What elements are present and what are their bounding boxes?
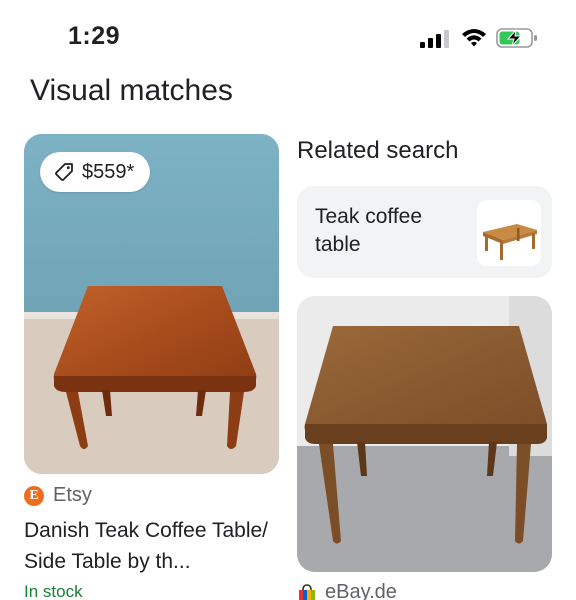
source-name: Etsy bbox=[53, 484, 92, 506]
price-tag-badge[interactable]: $559* bbox=[40, 152, 151, 192]
teak-table-photo-2 bbox=[297, 296, 552, 572]
page-title: Visual matches bbox=[30, 74, 233, 107]
battery-charging-icon bbox=[496, 28, 537, 48]
price-tag-icon bbox=[55, 163, 73, 181]
related-search-heading: Related search bbox=[297, 137, 459, 164]
source-row-ebay[interactable]: eBay.de bbox=[297, 581, 397, 600]
status-time: 1:29 bbox=[68, 22, 121, 50]
result-card-image-2[interactable] bbox=[297, 296, 552, 572]
price-text: $559* bbox=[82, 160, 135, 183]
wifi-icon bbox=[462, 29, 486, 47]
related-search-thumbnail bbox=[477, 200, 541, 266]
etsy-logo-icon: E bbox=[24, 485, 44, 506]
source-name-ebay: eBay.de bbox=[325, 581, 397, 600]
stock-status: In stock bbox=[24, 582, 83, 600]
related-search-chip[interactable]: Teak coffee table bbox=[297, 186, 552, 278]
result-card-image[interactable]: $559* bbox=[24, 134, 279, 474]
signal-icon bbox=[420, 30, 449, 48]
source-row-etsy[interactable]: E Etsy bbox=[24, 484, 92, 507]
visual-search-results-screen: 1:29 Visual matches $559* E Etsy Danish … bbox=[0, 0, 576, 600]
ebay-shopping-bag-icon bbox=[299, 583, 315, 600]
product-title-link[interactable]: Danish Teak Coffee Table/ Side Table by … bbox=[24, 515, 282, 577]
related-search-label: Teak coffee table bbox=[315, 205, 423, 256]
